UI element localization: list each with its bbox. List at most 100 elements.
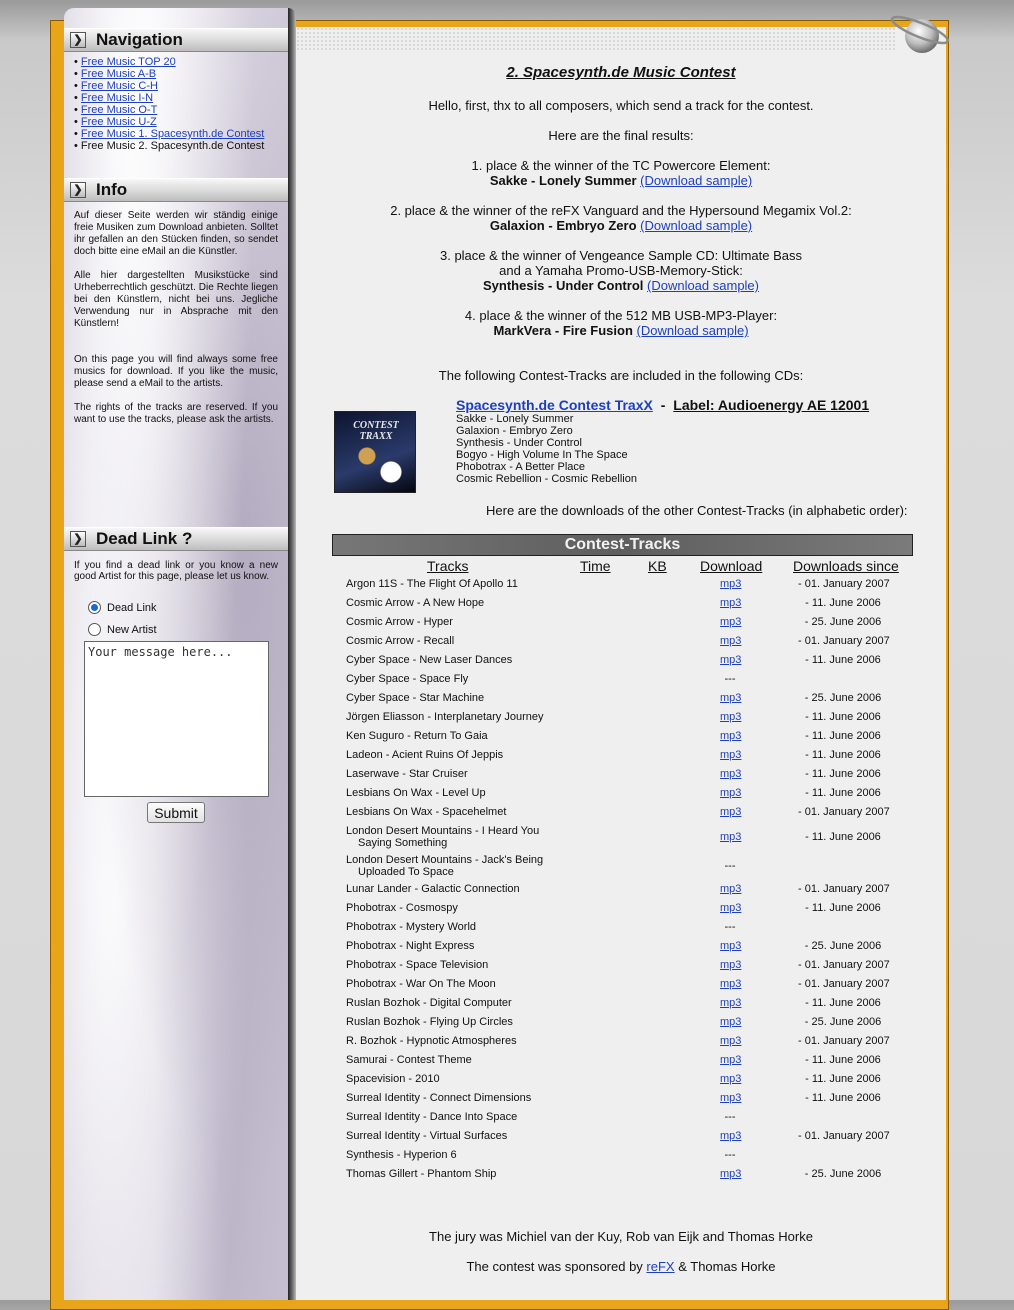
mp3-download-link[interactable]: mp3 <box>720 1168 741 1180</box>
nav-link[interactable]: Free Music U-Z <box>81 116 157 128</box>
nav-link[interactable]: Free Music O-T <box>81 104 157 116</box>
table-row: Synthesis - Hyperion 6 --- <box>346 1149 906 1168</box>
mp3-download-link[interactable]: mp3 <box>720 831 741 843</box>
track-name: London Desert Mountains - I Heard You Sa… <box>346 825 540 849</box>
nav-item: • Free Music O-T <box>74 104 158 116</box>
track-name: Spacevision - 2010 <box>346 1073 440 1085</box>
nav-link[interactable]: Free Music I-N <box>81 92 153 104</box>
nav-link[interactable]: Free Music A-B <box>81 68 156 80</box>
column-header-kb[interactable]: KB <box>648 558 667 574</box>
downloads-since: - 11. June 2006 <box>805 654 881 666</box>
mp3-download-link[interactable]: mp3 <box>720 1073 741 1085</box>
winner-block: 2. place & the winner of the reFX Vangua… <box>296 203 946 233</box>
dotted-header-strip <box>296 27 896 51</box>
track-name: Cosmic Arrow - Hyper <box>346 616 453 628</box>
winner-artist: MarkVera <box>493 323 552 338</box>
info-text: Auf dieser Seite werden wir ständig eini… <box>74 210 278 438</box>
track-name: Synthesis - Hyperion 6 <box>346 1149 457 1161</box>
winner-track: Fire Fusion <box>562 323 633 338</box>
mp3-download-link[interactable]: mp3 <box>720 1092 741 1104</box>
mp3-download-link[interactable]: mp3 <box>720 883 741 895</box>
mp3-download-link[interactable]: mp3 <box>720 806 741 818</box>
cd-title-link[interactable]: Spacesynth.de Contest TraxX <box>456 397 653 413</box>
winner-track: Lonely Summer <box>539 173 637 188</box>
mp3-download-link[interactable]: mp3 <box>720 1035 741 1047</box>
mp3-download-link[interactable]: mp3 <box>720 597 741 609</box>
downloads-since: - 11. June 2006 <box>805 1092 881 1104</box>
cd-track: Bogyo - High Volume In The Space <box>456 449 628 461</box>
downloads-since: - 01. January 2007 <box>798 883 890 895</box>
downloads-since: - 11. June 2006 <box>805 711 881 723</box>
nav-link[interactable]: Free Music C-H <box>81 80 158 92</box>
mp3-download-link[interactable]: mp3 <box>720 940 741 952</box>
sponsor-prefix: The contest was sponsored by <box>466 1259 647 1274</box>
downloads-since: - 25. June 2006 <box>804 1016 882 1028</box>
track-name: Argon 11S - The Flight Of Apollo 11 <box>346 578 518 590</box>
column-header-download[interactable]: Download <box>700 558 762 574</box>
radio-dead-link[interactable]: Dead Link <box>88 601 157 614</box>
table-row: Lunar Lander - Galactic Connection mp3 - 0… <box>346 883 906 902</box>
table-row: Thomas Gillert - Phantom Ship mp3 - 25. Ju… <box>346 1168 906 1187</box>
cd-separator: - <box>660 397 666 413</box>
column-header-tracks[interactable]: Tracks <box>427 558 468 574</box>
nav-link[interactable]: Free Music 1. Spacesynth.de Contest <box>81 128 264 140</box>
sponsor-refx-link[interactable]: reFX <box>646 1259 674 1274</box>
column-header-time[interactable]: Time <box>580 558 611 574</box>
radio-dead-link-button[interactable] <box>88 601 101 614</box>
downloads-note: Here are the downloads of the other Cont… <box>486 503 908 518</box>
message-textarea[interactable]: Your message here... <box>84 641 269 797</box>
download-sample-link[interactable]: (Download sample) <box>637 323 749 338</box>
mp3-download-link[interactable]: mp3 <box>720 997 741 1009</box>
mp3-download-link[interactable]: mp3 <box>720 978 741 990</box>
track-name: Phobotrax - Cosmospy <box>346 902 458 914</box>
winner-track: Under Control <box>555 278 644 293</box>
no-download-marker: --- <box>724 1111 736 1123</box>
radio-new-artist-button[interactable] <box>88 623 101 636</box>
intro-text: Hello, first, thx to all composers, whic… <box>428 98 814 113</box>
table-row: Cyber Space - Star Machine mp3 - 25. June … <box>346 692 906 711</box>
cd-label: Label: Audioenergy AE 12001 <box>673 397 870 413</box>
mp3-download-link[interactable]: mp3 <box>720 959 741 971</box>
winner-track-line: MarkVera - Fire Fusion (Download sample) <box>296 323 946 338</box>
downloads-since: - 11. June 2006 <box>805 1054 881 1066</box>
mp3-download-link[interactable]: mp3 <box>720 1054 741 1066</box>
winner-prize-line: 1. place & the winner of the TC Powercor… <box>471 158 771 173</box>
mp3-download-link[interactable]: mp3 <box>720 635 741 647</box>
nav-link[interactable]: Free Music TOP 20 <box>81 56 176 68</box>
mp3-download-link[interactable]: mp3 <box>720 1016 741 1028</box>
mp3-download-link[interactable]: mp3 <box>720 654 741 666</box>
track-name: Cyber Space - New Laser Dances <box>346 654 513 666</box>
sponsor-text: The contest was sponsored by reFX & Thom… <box>296 1259 946 1274</box>
track-name: Surreal Identity - Virtual Surfaces <box>346 1130 508 1142</box>
radio-new-artist[interactable]: New Artist <box>88 623 157 636</box>
mp3-download-link[interactable]: mp3 <box>720 616 741 628</box>
mp3-download-link[interactable]: mp3 <box>720 692 741 704</box>
nav-item: • Free Music 1. Spacesynth.de Contest <box>74 128 265 140</box>
mp3-download-link[interactable]: mp3 <box>720 902 741 914</box>
mp3-download-link[interactable]: mp3 <box>720 768 741 780</box>
downloads-since: - 11. June 2006 <box>805 997 881 1009</box>
table-row: Jörgen Eliasson - Interplanetary Journey… <box>346 711 906 730</box>
table-row: Surreal Identity - Virtual Surfaces mp3 - … <box>346 1130 906 1149</box>
cd-track: Phobotrax - A Better Place <box>456 461 586 473</box>
column-header-downloads-since[interactable]: Downloads since <box>793 558 899 574</box>
mp3-download-link[interactable]: mp3 <box>720 787 741 799</box>
mp3-download-link[interactable]: mp3 <box>720 730 741 742</box>
download-sample-link[interactable]: (Download sample) <box>647 278 759 293</box>
download-sample-link[interactable]: (Download sample) <box>640 173 752 188</box>
contest-title: 2. Spacesynth.de Music Contest <box>506 64 736 81</box>
download-sample-link[interactable]: (Download sample) <box>640 218 752 233</box>
mp3-download-link[interactable]: mp3 <box>720 1130 741 1142</box>
downloads-since: - 11. June 2006 <box>805 787 881 799</box>
mp3-download-link[interactable]: mp3 <box>720 711 741 723</box>
mp3-download-link[interactable]: mp3 <box>720 578 741 590</box>
nav-item: • Free Music 2. Spacesynth.de Contest <box>74 140 265 152</box>
downloads-since: - 01. January 2007 <box>798 959 890 971</box>
submit-button[interactable]: Submit <box>147 802 205 823</box>
mp3-download-link[interactable]: mp3 <box>720 749 741 761</box>
winner-track-line: Synthesis - Under Control (Download samp… <box>296 278 946 293</box>
info-paragraph-english-1: On this page you will find always some f… <box>74 354 278 389</box>
nav-item: • Free Music C-H <box>74 80 158 92</box>
track-name: Cosmic Arrow - A New Hope <box>346 597 485 609</box>
cd-track: Synthesis - Under Control <box>456 437 582 449</box>
